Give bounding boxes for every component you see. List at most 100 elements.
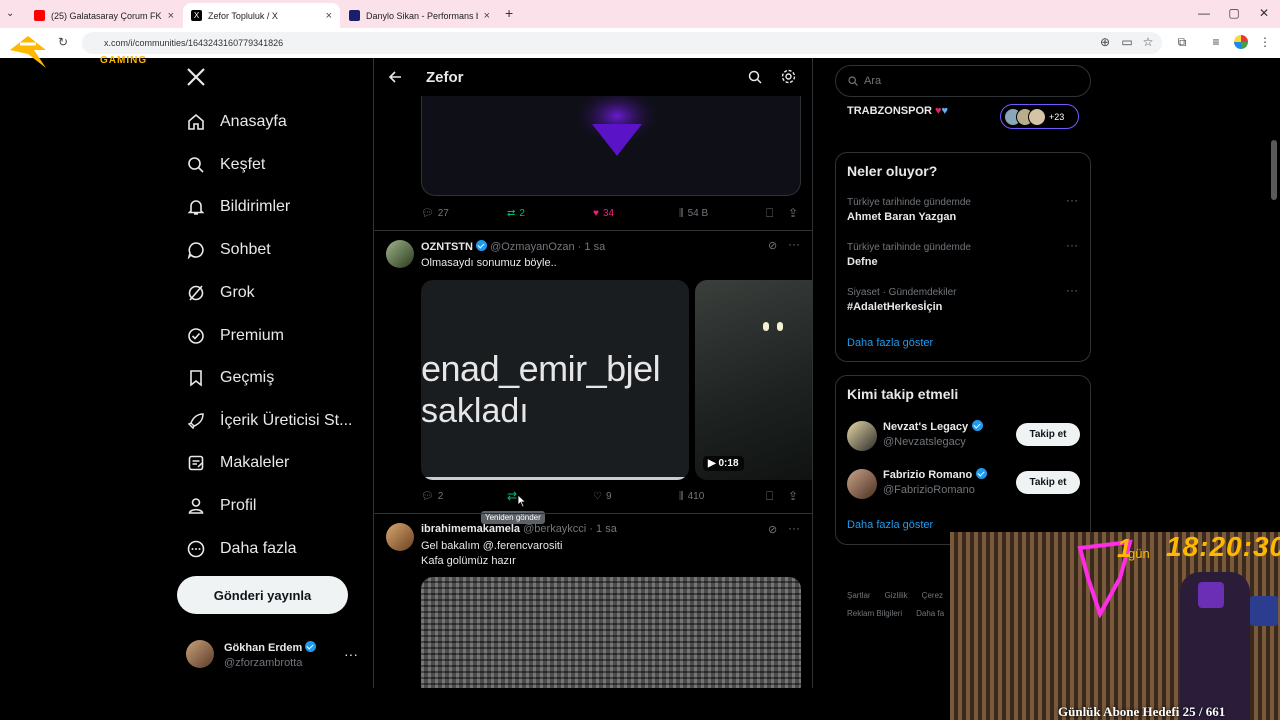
- nav-item-1[interactable]: Anasayfa: [186, 106, 287, 138]
- bookmark-icon[interactable]: ⎕: [766, 489, 773, 504]
- divider: [374, 513, 812, 514]
- repost-button[interactable]: ⇄ 2: [507, 208, 525, 219]
- media-icon[interactable]: ≡: [1209, 35, 1223, 49]
- tab-galatasaray[interactable]: (25) Galatasaray Çorum FK Maç ×: [26, 3, 182, 28]
- account-handle: @zforzambrotta: [224, 657, 303, 669]
- page-scrollbar[interactable]: [1271, 140, 1277, 200]
- divider: [374, 230, 812, 231]
- follow-button[interactable]: Takip et: [1016, 471, 1080, 494]
- extensions-icon[interactable]: ⧉: [1175, 35, 1189, 49]
- post-more-icon[interactable]: ···: [788, 521, 800, 535]
- reply-button[interactable]: 💬︎ 27: [421, 208, 449, 219]
- x-logo-icon[interactable]: [186, 67, 206, 87]
- nav-item-label: Makaleler: [220, 454, 290, 471]
- nav-item-8[interactable]: İçerik Üreticisi St...: [186, 405, 352, 437]
- post-button[interactable]: Gönderi yayınla: [177, 576, 348, 614]
- community-members[interactable]: +23: [1000, 104, 1079, 129]
- close-icon[interactable]: ×: [168, 10, 174, 22]
- search-input[interactable]: Ara: [835, 65, 1091, 97]
- account-more-icon[interactable]: ···: [344, 646, 358, 662]
- avatar[interactable]: [847, 469, 877, 499]
- reload-icon[interactable]: ↻: [56, 35, 70, 49]
- like-button[interactable]: ♥ 34: [593, 208, 614, 219]
- back-arrow-icon[interactable]: [388, 70, 402, 84]
- like-button[interactable]: ♡ 9: [593, 491, 612, 502]
- post-time[interactable]: · 1 sa: [578, 241, 606, 253]
- share-icon[interactable]: ⇪: [788, 206, 798, 220]
- nav-item-11[interactable]: Daha fazla: [186, 533, 297, 565]
- post-media-video[interactable]: enad_emir_bjel sakladı: [421, 280, 689, 480]
- star-icon[interactable]: ☆: [1141, 35, 1155, 49]
- address-bar[interactable]: x.com/i/communities/1643243160779341826: [82, 32, 1162, 54]
- nav-item-label: Premium: [220, 327, 285, 344]
- author-handle[interactable]: @OzmayanOzan: [490, 241, 575, 253]
- restore-button[interactable]: ▢: [1224, 6, 1244, 20]
- author-handle[interactable]: @berkaykcci: [523, 523, 586, 535]
- grok-icon[interactable]: ⊘: [768, 239, 777, 252]
- footer-link[interactable]: Şartlar: [847, 591, 871, 600]
- suggested-account-name[interactable]: Nevzat's Legacy: [883, 420, 984, 433]
- search-icon[interactable]: [748, 70, 762, 84]
- tab-zefor[interactable]: X Zefor Topluluk / X ×: [183, 3, 340, 28]
- who-to-follow-title: Kimi takip etmeli: [847, 386, 959, 402]
- close-icon[interactable]: ×: [326, 10, 332, 22]
- post-more-icon[interactable]: ···: [788, 237, 800, 251]
- footer-link[interactable]: Daha fa: [916, 609, 944, 618]
- post-media-image[interactable]: [421, 96, 801, 196]
- nav-item-10[interactable]: Profil: [186, 490, 256, 522]
- post-media-video-2[interactable]: ▶ 0:18: [695, 280, 812, 480]
- suggested-account-name-text: Nevzat's Legacy: [883, 421, 969, 433]
- tab-search-icon[interactable]: ⌄: [6, 8, 14, 19]
- grok-icon[interactable]: ⊘: [768, 523, 777, 536]
- zoom-icon[interactable]: ⊕: [1098, 35, 1112, 49]
- bookmark-icon[interactable]: ⎕: [766, 206, 773, 221]
- close-window-button[interactable]: ✕: [1254, 6, 1274, 20]
- nav-item-7[interactable]: Geçmiş: [186, 362, 274, 394]
- nav-item-5[interactable]: Grok: [186, 277, 255, 309]
- repost-button[interactable]: ⇄: [507, 489, 517, 503]
- nav-item-4[interactable]: Sohbet: [186, 234, 271, 266]
- post-media-image[interactable]: [421, 577, 801, 688]
- views-button[interactable]: ⫼ 54 B: [679, 208, 708, 219]
- close-icon[interactable]: ×: [484, 10, 490, 22]
- suggested-account-name[interactable]: Fabrizio Romano: [883, 468, 988, 481]
- video-progress[interactable]: [421, 477, 689, 480]
- trend-item[interactable]: Defne: [847, 256, 878, 268]
- trend-item[interactable]: Ahmet Baran Yazgan: [847, 211, 956, 223]
- footer-link[interactable]: Gizlilik: [885, 591, 908, 600]
- menu-icon[interactable]: ⋮: [1258, 35, 1272, 49]
- footer-link[interactable]: Çerez: [922, 591, 943, 600]
- profile-avatar[interactable]: [1234, 35, 1248, 49]
- views-button[interactable]: ⫼ 410: [679, 491, 704, 502]
- video-duration-badge: ▶ 0:18: [703, 456, 744, 471]
- avatar[interactable]: [186, 640, 214, 668]
- avatar[interactable]: [386, 240, 414, 268]
- community-name[interactable]: TRABZONSPOR ♥♥: [847, 105, 948, 117]
- nav-item-3[interactable]: Bildirimler: [186, 191, 290, 223]
- trend-more-icon[interactable]: ···: [1066, 193, 1078, 207]
- author-name[interactable]: ibrahimemakamela: [421, 523, 520, 535]
- avatar[interactable]: [386, 523, 414, 551]
- verified-icon: [476, 240, 488, 251]
- footer-link[interactable]: Reklam Bilgileri: [847, 609, 902, 618]
- trend-more-icon[interactable]: ···: [1066, 238, 1078, 252]
- author-name[interactable]: OZNTSTN: [421, 241, 473, 253]
- reply-button[interactable]: 💬︎ 2: [421, 491, 443, 502]
- share-icon[interactable]: ⇪: [788, 489, 798, 503]
- stream-logo: [6, 30, 56, 70]
- nav-item-6[interactable]: Premium: [186, 320, 284, 352]
- trend-item[interactable]: #AdaletHerkesİçin: [847, 301, 942, 313]
- cast-icon[interactable]: ▭: [1120, 35, 1134, 49]
- trend-more-icon[interactable]: ···: [1066, 283, 1078, 297]
- settings-gear-icon[interactable]: [781, 69, 796, 84]
- nav-item-9[interactable]: Makaleler: [186, 447, 289, 479]
- show-more-link[interactable]: Daha fazla göster: [847, 337, 933, 349]
- avatar[interactable]: [847, 421, 877, 451]
- new-tab-button[interactable]: +: [505, 5, 513, 21]
- nav-item-2[interactable]: Keşfet: [186, 149, 265, 181]
- post-time[interactable]: · 1 sa: [589, 523, 617, 535]
- show-more-link[interactable]: Daha fazla göster: [847, 519, 933, 531]
- minimize-button[interactable]: —: [1194, 6, 1214, 20]
- follow-button[interactable]: Takip et: [1016, 423, 1080, 446]
- tab-danylo[interactable]: Danylo Sikan - Performans bilgi ×: [341, 3, 498, 28]
